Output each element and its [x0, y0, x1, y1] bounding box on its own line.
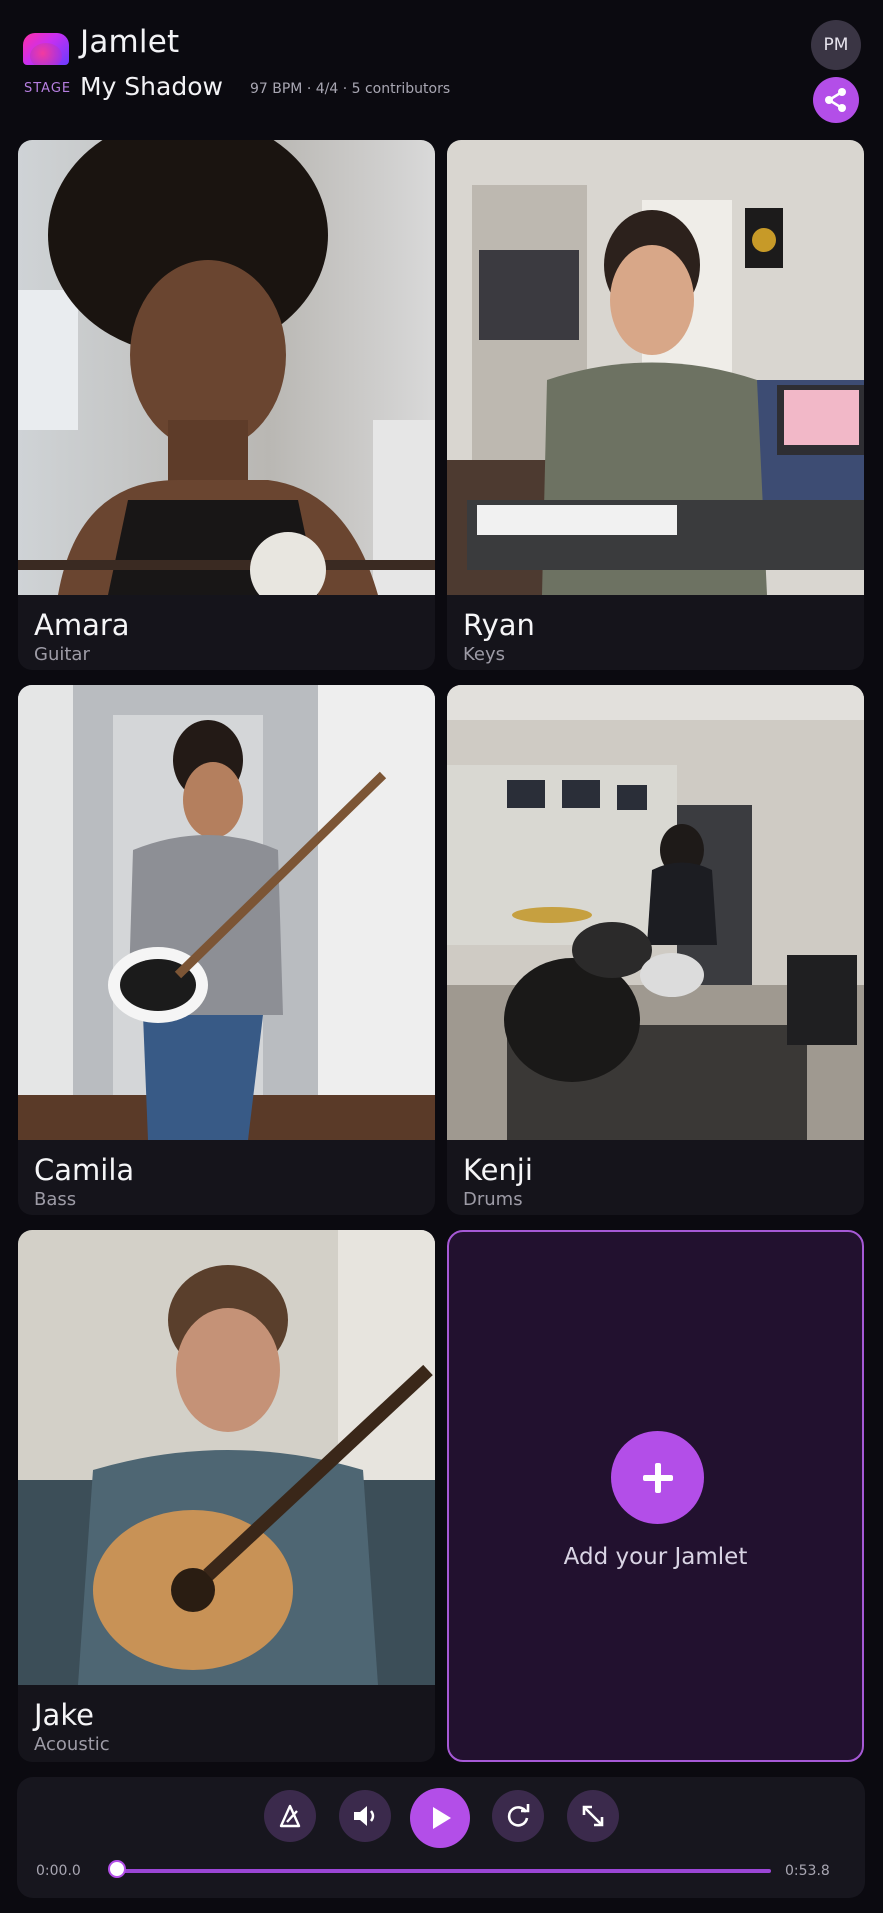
musician-instrument: Guitar [34, 644, 90, 665]
song-title: My Shadow [80, 72, 223, 101]
musician-name: Camila [34, 1153, 135, 1187]
plus-icon [642, 1462, 673, 1493]
musician-instrument: Acoustic [34, 1734, 110, 1755]
musician-instrument: Bass [34, 1189, 77, 1210]
share-button[interactable] [813, 77, 859, 123]
musician-instrument: Keys [463, 644, 506, 665]
musician-name: Amara [34, 608, 130, 642]
share-icon [825, 88, 846, 112]
volume-icon [354, 1806, 375, 1826]
app-title: Jamlet [80, 24, 180, 60]
current-time: 0:00.0 [36, 1863, 81, 1879]
video-camila [18, 685, 435, 1140]
total-time: 0:53.8 [785, 1863, 830, 1879]
musician-tile-ryan[interactable]: Ryan Keys [447, 140, 864, 670]
musician-name: Ryan [463, 608, 535, 642]
video-jake [18, 1230, 435, 1685]
video-amara [18, 140, 435, 595]
expand-icon [582, 1805, 604, 1827]
musician-tile-camila[interactable]: Camila Bass [18, 685, 435, 1215]
musician-tile-jake[interactable]: Jake Acoustic [18, 1230, 435, 1762]
musician-name: Jake [34, 1698, 94, 1732]
metronome-icon [279, 1804, 301, 1828]
musician-tile-amara[interactable]: Amara Guitar [18, 140, 435, 670]
expand-button[interactable] [567, 1790, 619, 1842]
play-icon [433, 1807, 451, 1829]
loop-button[interactable] [492, 1790, 544, 1842]
progress-thumb[interactable] [108, 1860, 126, 1878]
metronome-button[interactable] [264, 1790, 316, 1842]
app-logo [23, 33, 69, 65]
stage-label: STAGE [24, 81, 72, 96]
add-jamlet-tile[interactable]: Add your Jamlet [447, 1230, 864, 1762]
volume-button[interactable] [339, 1790, 391, 1842]
user-avatar[interactable]: PM [811, 20, 861, 70]
player-bar: 0:00.0 0:53.8 [17, 1777, 865, 1898]
musician-instrument: Drums [463, 1189, 523, 1210]
musician-tile-kenji[interactable]: Kenji Drums [447, 685, 864, 1215]
loop-icon [507, 1804, 530, 1827]
progress-track[interactable] [117, 1869, 771, 1873]
musician-name: Kenji [463, 1153, 533, 1187]
add-jamlet-button[interactable] [611, 1431, 704, 1524]
add-jamlet-label: Add your Jamlet [563, 1544, 748, 1570]
song-meta: 97 BPM · 4/4 · 5 contributors [250, 81, 451, 97]
video-ryan [447, 140, 864, 595]
play-button[interactable] [410, 1788, 470, 1848]
video-kenji [447, 685, 864, 1140]
